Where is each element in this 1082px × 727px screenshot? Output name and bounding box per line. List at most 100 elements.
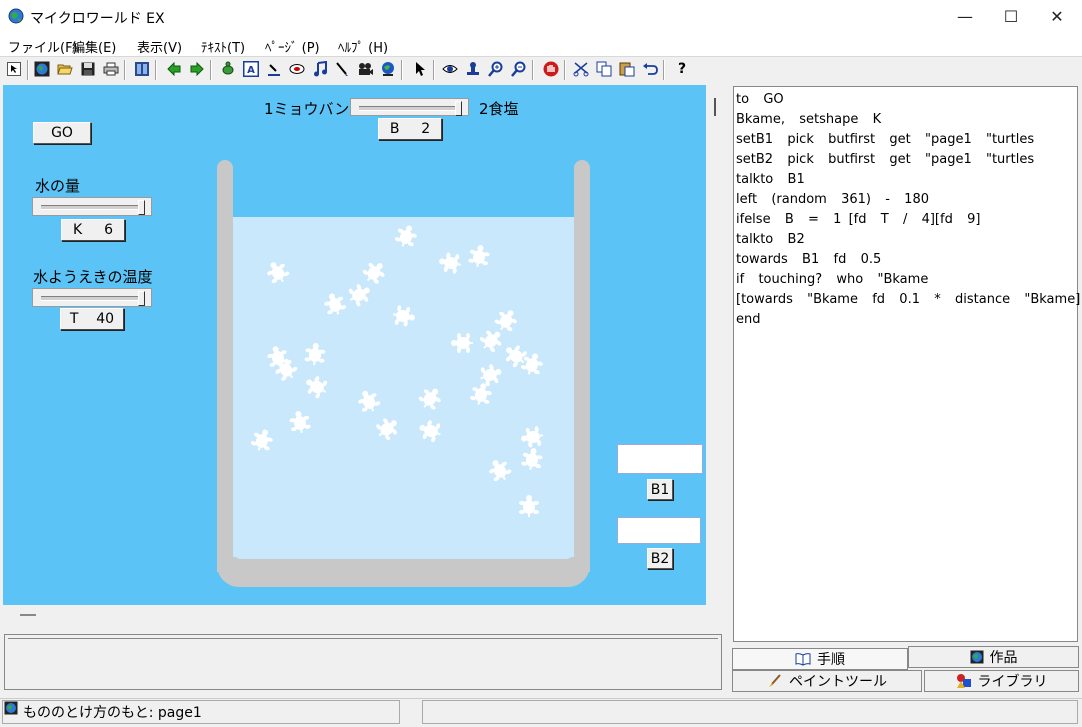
splitter-mark xyxy=(714,98,716,116)
page-icon[interactable] xyxy=(132,59,152,79)
maximize-button[interactable]: ☐ xyxy=(988,0,1034,32)
eye-icon[interactable] xyxy=(440,59,460,79)
turtle xyxy=(476,360,506,389)
procedures-editor[interactable]: to GO Bkame, setshape KsetB1 pick butfirs… xyxy=(733,86,1080,642)
turtle xyxy=(303,341,328,367)
menu-page[interactable]: ﾍﾟｰｼﾞ (P) xyxy=(265,37,320,56)
canvas-scroll-mark xyxy=(20,614,36,616)
tab-library[interactable]: ライブラリ xyxy=(924,670,1079,692)
scissors-icon[interactable] xyxy=(571,59,591,79)
turtle xyxy=(300,371,332,402)
slider-icon[interactable] xyxy=(264,59,284,79)
code-line[interactable]: towards B1 fd 0.5 xyxy=(736,250,1080,270)
undo-icon[interactable] xyxy=(640,59,660,79)
menu-text[interactable]: ﾃｷｽﾄ(T) xyxy=(201,37,245,56)
menu-help[interactable]: ﾍﾙﾌﾟ (H) xyxy=(338,37,388,56)
code-line[interactable]: if touching? who "Bkame xyxy=(736,270,1080,290)
microworld-canvas[interactable]: GO 1ミョウバン 2食塩 B 2 水の量 K 6 水ようえきの温度 T 40 xyxy=(3,85,706,605)
code-line[interactable]: ifelse B = 1 [fd T / 4][fd 9] xyxy=(736,210,1080,230)
globe-icon xyxy=(970,650,983,664)
stop-hand-icon[interactable] xyxy=(541,59,561,79)
code-line[interactable]: left (random 361) - 180 xyxy=(736,190,1080,210)
paint-brush-icon[interactable] xyxy=(332,59,352,79)
print-icon[interactable] xyxy=(101,59,121,79)
tab-project[interactable]: 作品 xyxy=(908,646,1079,668)
turtle xyxy=(392,221,421,251)
save-icon[interactable] xyxy=(78,59,98,79)
globe-stamp-icon[interactable] xyxy=(378,59,398,79)
back-arrow-icon[interactable] xyxy=(164,59,184,79)
music-icon[interactable] xyxy=(310,59,330,79)
zoom-out-icon[interactable] xyxy=(509,59,529,79)
zoom-in-icon[interactable] xyxy=(486,59,506,79)
turtle xyxy=(518,424,546,450)
close-button[interactable]: ✕ xyxy=(1034,0,1080,32)
status-globe-icon xyxy=(4,701,18,715)
turtle-icon[interactable] xyxy=(218,59,238,79)
tab-procedures[interactable]: 手順 xyxy=(732,648,908,670)
textbox-icon[interactable]: A xyxy=(241,59,261,79)
open-folder-icon[interactable] xyxy=(55,59,75,79)
code-line[interactable]: setB1 pick butfirst get "page1 "turtles xyxy=(736,130,1080,150)
turtle xyxy=(466,242,492,270)
turtle xyxy=(415,382,447,414)
svg-text:A: A xyxy=(247,65,255,76)
code-line[interactable]: Bkame, setshape K xyxy=(736,110,1080,130)
turtle xyxy=(353,385,384,417)
arrow-cursor-icon[interactable] xyxy=(410,59,430,79)
minimize-button[interactable]: — xyxy=(942,0,988,32)
procedure-code[interactable]: to GO Bkame, setshape KsetB1 pick butfirs… xyxy=(736,90,1080,330)
turtle xyxy=(484,454,515,486)
code-line[interactable]: talkto B2 xyxy=(736,230,1080,250)
window-title: マイクロワールド EX xyxy=(30,11,165,27)
forward-arrow-icon[interactable] xyxy=(187,59,207,79)
status-text: もののとけ方のもと: page1 xyxy=(23,705,202,721)
turtle xyxy=(491,304,522,336)
code-line[interactable]: setB2 pick butfirst get "page1 "turtles xyxy=(736,150,1080,170)
b2-box xyxy=(617,517,701,544)
help-icon[interactable]: ? xyxy=(672,59,692,79)
b1-label: B1 xyxy=(647,479,673,500)
turtle xyxy=(287,408,313,436)
button-icon[interactable] xyxy=(287,59,307,79)
shapes-icon xyxy=(956,674,971,688)
tab-procedures-label: 手順 xyxy=(817,652,845,668)
turtle xyxy=(248,425,277,455)
turtle xyxy=(371,412,404,445)
turtle xyxy=(262,256,293,288)
stamp-icon[interactable] xyxy=(463,59,483,79)
turtle xyxy=(390,303,418,329)
tab-paint-tools[interactable]: ペイントツール xyxy=(732,670,922,692)
status-right-panel xyxy=(422,700,1078,724)
globe-icon[interactable] xyxy=(32,59,52,79)
turtle xyxy=(467,379,495,409)
menu-view[interactable]: 表示(V) xyxy=(137,37,182,56)
turtle xyxy=(519,445,545,473)
menu-edit[interactable]: 編集(E) xyxy=(72,37,116,56)
toolbar: A ? xyxy=(0,57,1082,84)
turtle xyxy=(518,494,540,518)
paste-icon[interactable] xyxy=(617,59,637,79)
turtles-layer xyxy=(248,221,547,518)
turtle xyxy=(344,279,376,310)
command-center-inner[interactable] xyxy=(8,638,718,687)
turtle xyxy=(499,339,532,372)
code-line[interactable]: talkto B1 xyxy=(736,170,1080,190)
code-line[interactable]: to GO xyxy=(736,90,1080,110)
turtle xyxy=(415,416,445,445)
code-line[interactable]: end xyxy=(736,310,1080,330)
tab-paint-tools-label: ペイントツール xyxy=(789,674,887,690)
turtle xyxy=(436,250,464,276)
code-line[interactable]: [towards "Bkame fd 0.1 * distance "Bkame… xyxy=(736,290,1080,310)
turtle xyxy=(450,332,474,354)
menu-file[interactable]: ファイル(F) xyxy=(8,37,78,56)
status-project-panel: もののとけ方のもと: page1 xyxy=(2,700,400,724)
turtle xyxy=(358,256,391,289)
paint-brush-icon xyxy=(769,674,781,687)
copy-icon[interactable] xyxy=(594,59,614,79)
tab-project-label: 作品 xyxy=(989,650,1018,666)
pointer-icon[interactable] xyxy=(4,59,24,79)
camera-icon[interactable] xyxy=(355,59,375,79)
b1-box xyxy=(617,444,703,474)
book-icon xyxy=(795,653,811,666)
